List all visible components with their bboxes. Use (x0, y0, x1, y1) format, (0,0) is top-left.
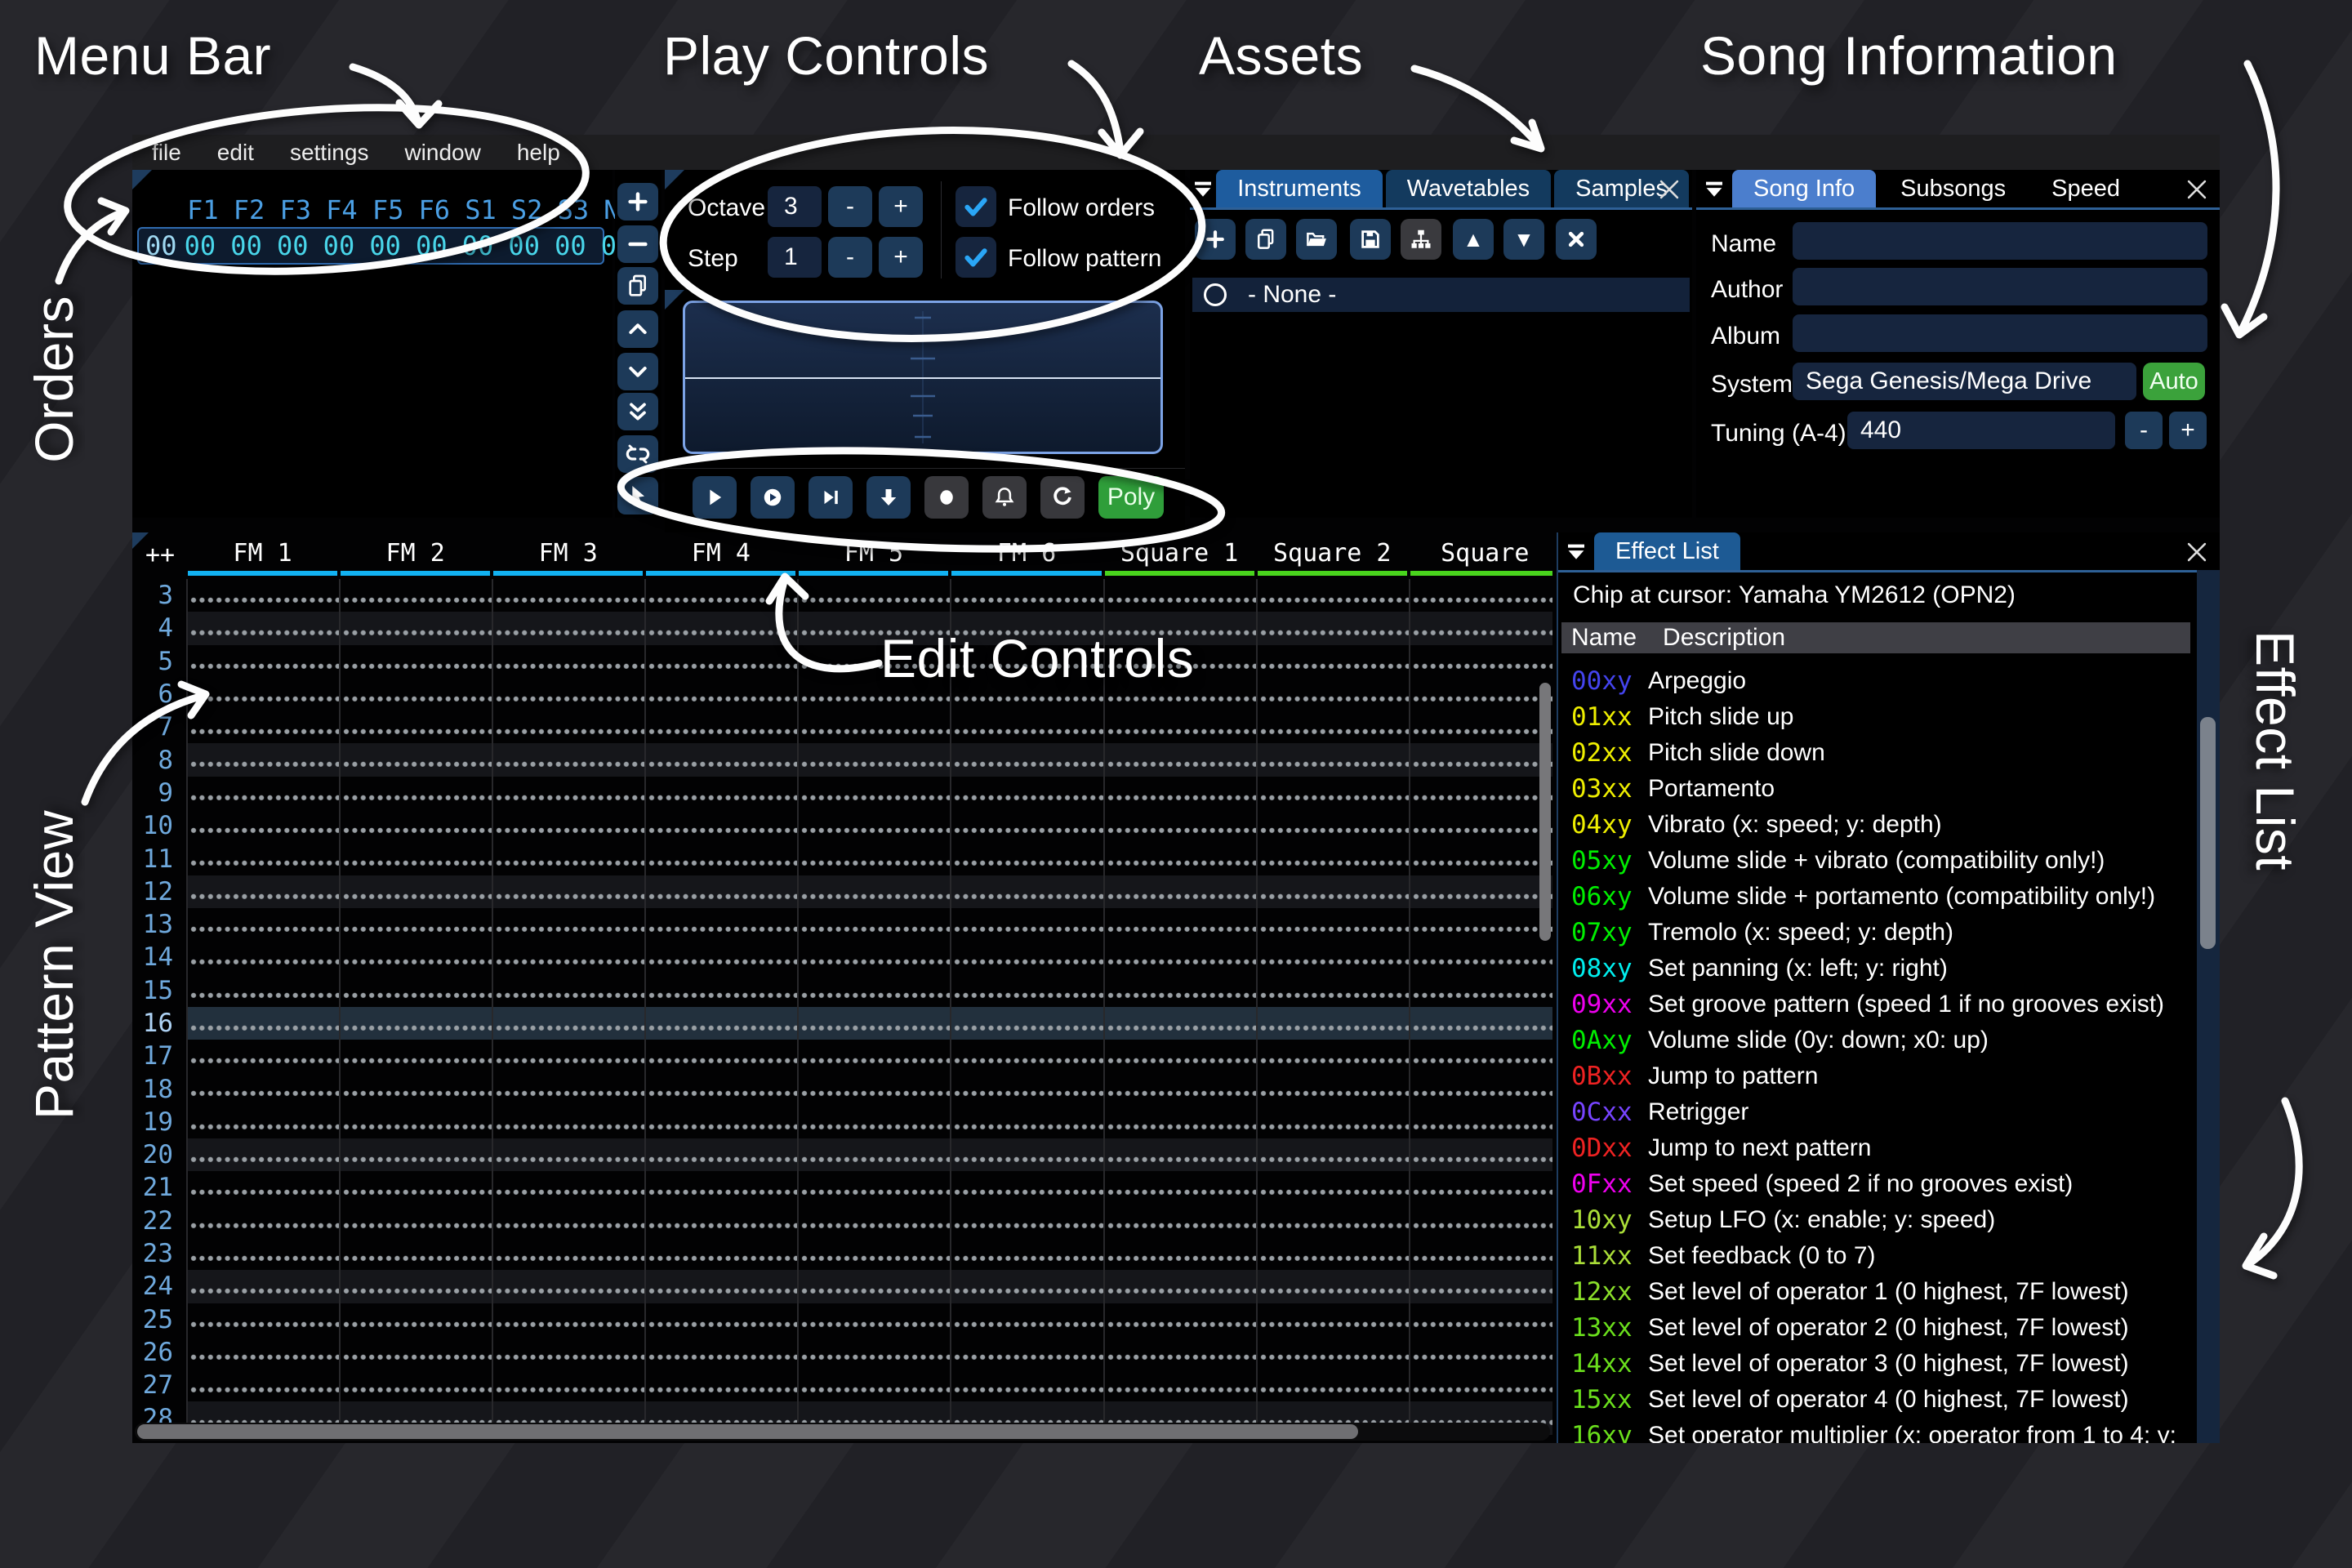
annotation-menu-bar: Menu Bar (34, 24, 271, 87)
annotation-strokes (0, 0, 2352, 1568)
edit-controls-circle (619, 439, 1223, 560)
edit-controls-arrow (779, 581, 879, 669)
annotation-play-controls: Play Controls (663, 24, 989, 87)
song-information-arrow (2241, 64, 2276, 332)
annotation-pattern-view: Pattern View (23, 810, 85, 1120)
annotation-assets: Assets (1199, 24, 1363, 87)
effect-list-arrow (2251, 1101, 2299, 1263)
screenshot: Menu Bar Play Controls Assets Song Infor… (0, 0, 2352, 1568)
annotation-effect-list: Effect List (2244, 630, 2306, 871)
pattern-view-arrow (85, 696, 203, 802)
annotation-edit-controls: Edit Controls (880, 627, 1194, 689)
annotation-song-information: Song Information (1700, 24, 2118, 87)
assets-arrow (1414, 69, 1539, 145)
annotation-orders: Orders (23, 296, 85, 463)
menu-bar-circle (62, 91, 591, 287)
play-controls-arrow (1071, 64, 1120, 152)
